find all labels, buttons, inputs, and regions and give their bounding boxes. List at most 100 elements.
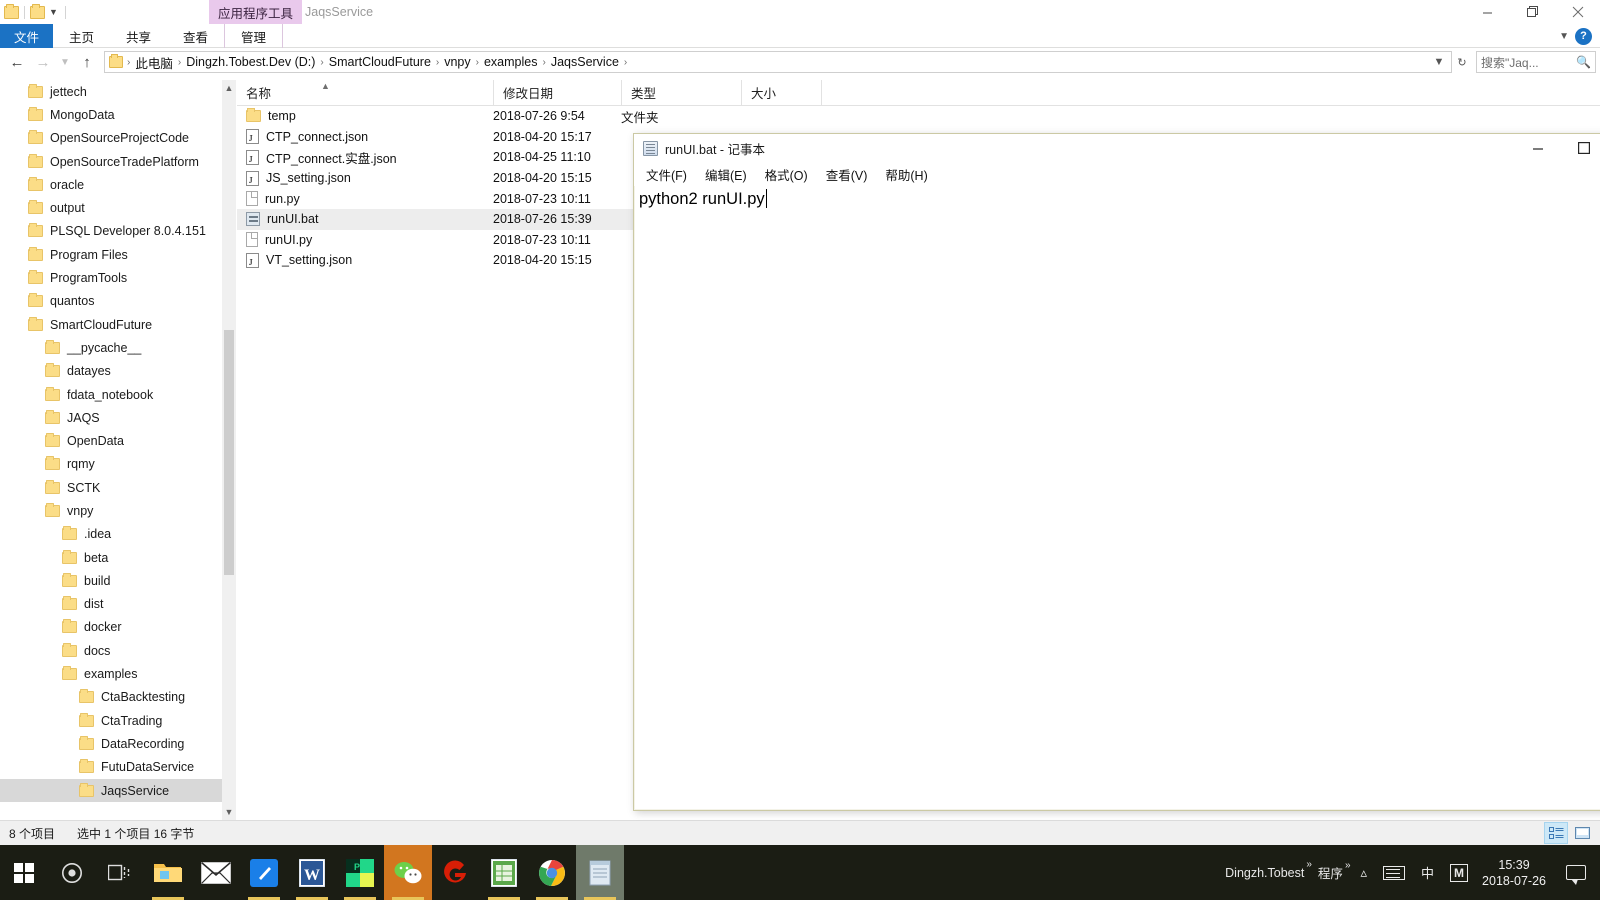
chrome-icon[interactable] [528,845,576,900]
chevron-down-icon[interactable]: ▼ [47,7,60,17]
excel-icon[interactable] [480,845,528,900]
menu-format[interactable]: 格式(O) [762,164,811,185]
editor-icon[interactable] [240,845,288,900]
column-header-name[interactable]: 名称 ▲ [237,80,493,106]
nav-item-examples[interactable]: examples [0,662,236,685]
maximize-icon[interactable] [1561,134,1600,162]
breadcrumb-item-1[interactable]: Dingzh.Tobest.Dev (D:) [183,55,318,69]
nav-item-ctabacktesting[interactable]: CtaBacktesting [0,686,236,709]
large-icons-view-icon[interactable] [1570,822,1594,844]
breadcrumb-item-0[interactable]: 此电脑 [132,53,176,72]
ime-language-label[interactable]: 中 [1413,845,1442,900]
nav-item-idea[interactable]: .idea [0,523,236,546]
nav-item-datarecording[interactable]: DataRecording [0,732,236,755]
breadcrumb-item-4[interactable]: examples [481,55,541,69]
quick-access-toolbar[interactable]: ▼ [4,2,69,22]
nav-item-ctatrading[interactable]: CtaTrading [0,709,236,732]
file-explorer-icon[interactable] [144,845,192,900]
chevron-down-icon[interactable]: ▼ [1429,52,1449,72]
overflow-chevron-icon[interactable]: » [1345,860,1351,871]
nav-item-docs[interactable]: docs [0,639,236,662]
arrow-right-icon[interactable]: → [30,49,56,75]
nav-item-fdata-notebook[interactable]: fdata_notebook [0,383,236,406]
nav-item-futudataservice[interactable]: FutuDataService [0,756,236,779]
nav-item-mongodata[interactable]: MongoData [0,103,236,126]
breadcrumb-item-2[interactable]: SmartCloudFuture [326,55,434,69]
nav-item-quantos[interactable]: quantos [0,290,236,313]
tab-file[interactable]: 文件 [0,24,53,48]
nav-item-dist[interactable]: dist [0,593,236,616]
breadcrumb[interactable]: › 此电脑 › Dingzh.Tobest.Dev (D:) › SmartCl… [104,51,1452,73]
keyboard-icon[interactable] [1375,845,1413,900]
menu-file[interactable]: 文件(F) [643,164,690,185]
tab-home[interactable]: 主页 [53,24,110,48]
task-view-icon[interactable] [96,845,144,900]
mail-icon[interactable] [192,845,240,900]
word-icon[interactable]: W [288,845,336,900]
column-header-type[interactable]: 类型 [621,79,741,106]
nav-pane-scrollbar[interactable]: ▲ ▼ [222,80,236,820]
nav-item-rqmy[interactable]: rqmy [0,453,236,476]
table-row[interactable]: temp 2018-07-26 9:54 文件夹 [237,106,1600,127]
wechat-icon[interactable] [384,845,432,900]
chevron-down-icon[interactable]: ▼ [56,49,74,75]
nav-item-smartcloudfuture[interactable]: SmartCloudFuture [0,313,236,336]
folder-icon[interactable] [30,3,45,19]
menu-edit[interactable]: 编辑(E) [702,164,750,185]
nav-item-jettech[interactable]: jettech [0,80,236,103]
scrollbar-thumb[interactable] [224,330,234,575]
nav-item-docker[interactable]: docker [0,616,236,639]
tab-view[interactable]: 查看 [167,24,224,48]
refresh-icon[interactable]: ↻ [1452,52,1472,72]
arrow-left-icon[interactable]: ← [4,49,30,75]
windows-start-icon[interactable] [0,845,48,900]
minimize-icon[interactable] [1465,0,1510,24]
chevron-down-icon[interactable]: ▼ [222,804,236,820]
column-header-date[interactable]: 修改日期 [493,79,621,106]
breadcrumb-item-5[interactable]: JaqsService [548,55,622,69]
notepad-text-area[interactable]: python2 runUI.py [635,186,1600,806]
column-header-extra[interactable] [821,79,861,106]
search-input[interactable]: 搜索"Jaq... 🔍 [1476,51,1596,73]
column-header-size[interactable]: 大小 [741,79,821,106]
overflow-chevron-icon[interactable]: » [1306,859,1312,870]
nav-item-build[interactable]: build [0,569,236,592]
tray-programs-label[interactable]: 程序» [1314,860,1353,882]
nav-item-jaqsservice[interactable]: JaqsService [0,778,236,803]
help-button[interactable]: ? [1575,27,1592,45]
notification-icon[interactable] [1558,845,1594,900]
nav-item-opendata[interactable]: OpenData [0,429,236,452]
details-view-icon[interactable] [1544,822,1568,844]
pycharm-icon[interactable]: PC [336,845,384,900]
chevron-up-icon[interactable]: ▲ [222,80,236,96]
breadcrumb-item-3[interactable]: vnpy [441,55,473,69]
close-icon[interactable] [1555,0,1600,24]
clock[interactable]: 15:39 2018-07-26 [1476,857,1558,889]
ime-mode-icon[interactable]: M [1442,845,1476,900]
menu-view[interactable]: 查看(V) [823,164,871,185]
menu-help[interactable]: 帮助(H) [882,164,930,185]
nav-item-sctk[interactable]: SCTK [0,476,236,499]
nav-item-beta[interactable]: beta [0,546,236,569]
arrow-up-icon[interactable]: ↑ [74,49,100,75]
nav-item-opensourceprojectcode[interactable]: OpenSourceProjectCode [0,127,236,150]
nav-item-plsql-developer-8-0-4-151[interactable]: PLSQL Developer 8.0.4.151 [0,220,236,243]
chevron-up-icon[interactable]: ▵ [1353,845,1376,900]
nav-item-jaqs[interactable]: JAQS [0,406,236,429]
tray-user-label[interactable]: Dingzh.Tobest» [1221,859,1314,880]
nav-item-programtools[interactable]: ProgramTools [0,266,236,289]
nav-item-pycache[interactable]: __pycache__ [0,336,236,359]
minimize-icon[interactable] [1515,134,1561,162]
gitee-icon[interactable] [432,845,480,900]
tab-share[interactable]: 共享 [110,24,167,48]
nav-item-program-files[interactable]: Program Files [0,243,236,266]
notepad-icon[interactable] [576,845,624,900]
nav-item-opensourcetradeplatform[interactable]: OpenSourceTradePlatform [0,150,236,173]
nav-item-output[interactable]: output [0,196,236,219]
chevron-down-icon[interactable]: ▼ [1559,31,1569,42]
restore-icon[interactable] [1510,0,1555,24]
tab-manage[interactable]: 管理 [224,24,284,48]
notepad-window[interactable]: runUI.bat - 记事本 文件(F) 编辑(E) 格式(O) 查看(V) … [633,133,1600,811]
nav-item-oracle[interactable]: oracle [0,173,236,196]
notepad-title-bar[interactable]: runUI.bat - 记事本 [634,134,1600,162]
